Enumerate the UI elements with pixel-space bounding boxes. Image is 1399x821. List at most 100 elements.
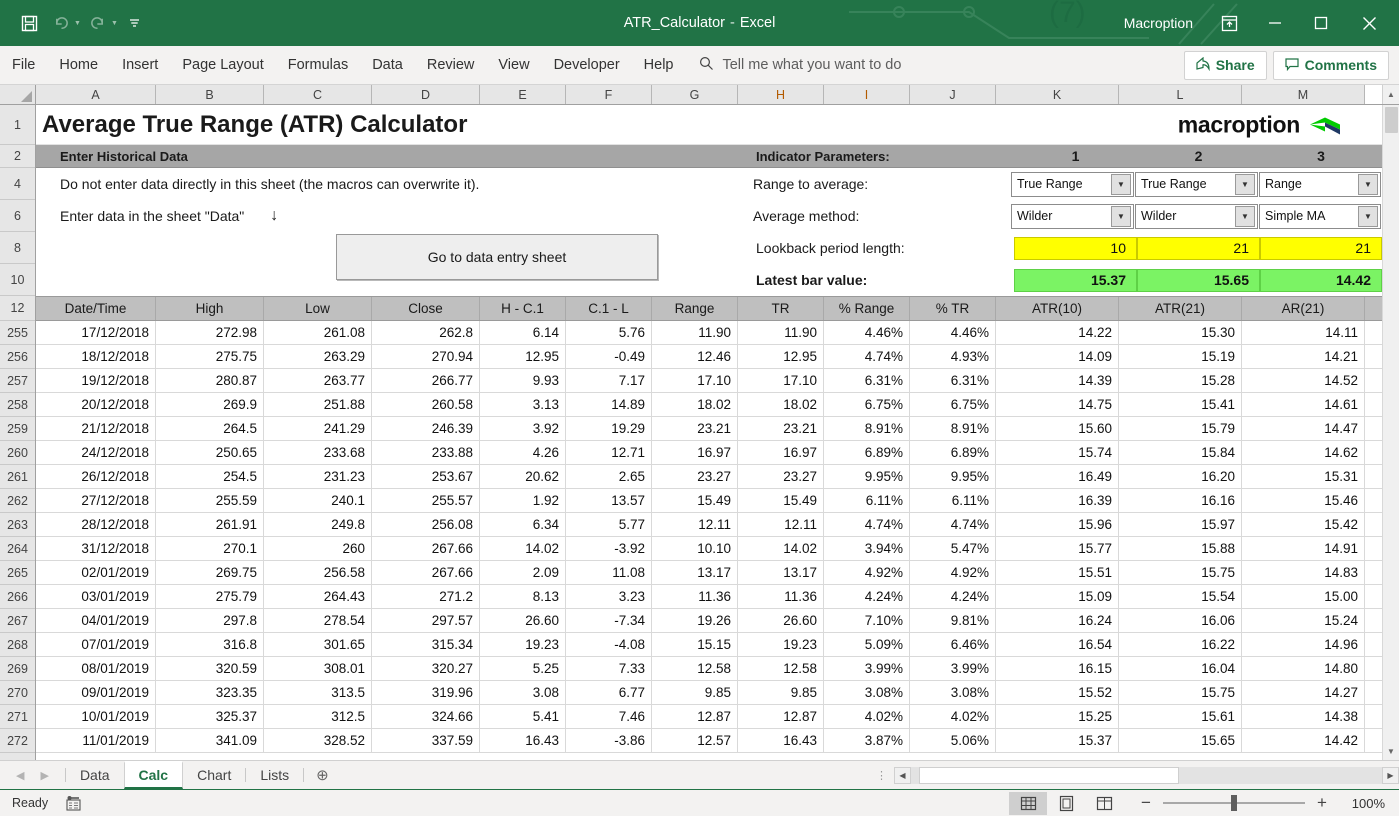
ribbon-display-options-icon[interactable]	[1207, 7, 1251, 39]
table-row[interactable]: 20/12/2018 269.9 251.88 260.58 3.13 14.89 18.0…	[36, 393, 1382, 417]
customize-quick-access-icon[interactable]	[120, 9, 150, 37]
cell-A-255[interactable]: 17/12/2018	[36, 321, 156, 344]
cell-I-259[interactable]: 8.91%	[824, 417, 910, 440]
cell-F-259[interactable]: 19.29	[566, 417, 652, 440]
cell-A-272[interactable]: 11/01/2019	[36, 729, 156, 752]
tab-home[interactable]: Home	[47, 46, 110, 84]
cell-C-257[interactable]: 263.77	[264, 369, 372, 392]
cell-F-257[interactable]: 7.17	[566, 369, 652, 392]
cell-J-262[interactable]: 6.11%	[910, 489, 996, 512]
table-row[interactable]: 26/12/2018 254.5 231.23 253.67 20.62 2.65 23.2…	[36, 465, 1382, 489]
cell-E-262[interactable]: 1.92	[480, 489, 566, 512]
cell-K-267[interactable]: 16.24	[996, 609, 1119, 632]
cell-G-261[interactable]: 23.27	[652, 465, 738, 488]
table-row[interactable]: 02/01/2019 269.75 256.58 267.66 2.09 11.08 13.…	[36, 561, 1382, 585]
cell-L-257[interactable]: 15.28	[1119, 369, 1242, 392]
tab-data[interactable]: Data	[360, 46, 415, 84]
cell-L-263[interactable]: 15.97	[1119, 513, 1242, 536]
table-row[interactable]: 11/01/2019 341.09 328.52 337.59 16.43 -3.86 12…	[36, 729, 1382, 753]
zoom-out-button[interactable]: −	[1139, 793, 1153, 813]
record-macro-icon[interactable]	[48, 795, 81, 811]
row-header-256[interactable]: 256	[0, 345, 35, 369]
cell-G-260[interactable]: 16.97	[652, 441, 738, 464]
cell-J-265[interactable]: 4.92%	[910, 561, 996, 584]
cell-H-256[interactable]: 12.95	[738, 345, 824, 368]
redo-dropdown-icon[interactable]: ▼	[111, 20, 118, 27]
column-header-a[interactable]: A	[36, 85, 156, 104]
cell-H-261[interactable]: 23.27	[738, 465, 824, 488]
column-header-d[interactable]: D	[372, 85, 480, 104]
cell-K-265[interactable]: 15.51	[996, 561, 1119, 584]
column-header-m[interactable]: M	[1242, 85, 1365, 104]
cell-A-259[interactable]: 21/12/2018	[36, 417, 156, 440]
horizontal-scroll-track[interactable]	[911, 766, 1382, 784]
row-header-270[interactable]: 270	[0, 681, 35, 705]
cell-K-266[interactable]: 15.09	[996, 585, 1119, 608]
cell-I-266[interactable]: 4.24%	[824, 585, 910, 608]
row-header-12[interactable]: 12	[0, 296, 35, 321]
cell-F-256[interactable]: -0.49	[566, 345, 652, 368]
cell-E-260[interactable]: 4.26	[480, 441, 566, 464]
cell-M-268[interactable]: 14.96	[1242, 633, 1365, 656]
cell-E-266[interactable]: 8.13	[480, 585, 566, 608]
cell-J-257[interactable]: 6.31%	[910, 369, 996, 392]
chevron-down-icon[interactable]: ▼	[1111, 173, 1131, 195]
cell-A-257[interactable]: 19/12/2018	[36, 369, 156, 392]
cell-B-270[interactable]: 323.35	[156, 681, 264, 704]
cell-A-260[interactable]: 24/12/2018	[36, 441, 156, 464]
cell-M-267[interactable]: 15.24	[1242, 609, 1365, 632]
row-header-265[interactable]: 265	[0, 561, 35, 585]
cell-G-265[interactable]: 13.17	[652, 561, 738, 584]
cell-E-271[interactable]: 5.41	[480, 705, 566, 728]
row-header-264[interactable]: 264	[0, 537, 35, 561]
cell-G-268[interactable]: 15.15	[652, 633, 738, 656]
comments-button[interactable]: Comments	[1272, 50, 1389, 80]
cell-K-262[interactable]: 16.39	[996, 489, 1119, 512]
table-row[interactable]: 31/12/2018 270.1 260 267.66 14.02 -3.92 10.10 1…	[36, 537, 1382, 561]
cell-M-264[interactable]: 14.91	[1242, 537, 1365, 560]
cell-A-271[interactable]: 10/01/2019	[36, 705, 156, 728]
cell-G-259[interactable]: 23.21	[652, 417, 738, 440]
cell-M-266[interactable]: 15.00	[1242, 585, 1365, 608]
cell-K-260[interactable]: 15.74	[996, 441, 1119, 464]
cell-B-267[interactable]: 297.8	[156, 609, 264, 632]
cell-I-268[interactable]: 5.09%	[824, 633, 910, 656]
cell-B-261[interactable]: 254.5	[156, 465, 264, 488]
dropdown-range-to-average-1[interactable]: True Range ▼	[1011, 171, 1134, 197]
page-break-preview-icon[interactable]	[1085, 792, 1123, 815]
cell-I-260[interactable]: 6.89%	[824, 441, 910, 464]
cell-H-265[interactable]: 13.17	[738, 561, 824, 584]
cell-I-270[interactable]: 3.08%	[824, 681, 910, 704]
cell-I-269[interactable]: 3.99%	[824, 657, 910, 680]
cell-J-258[interactable]: 6.75%	[910, 393, 996, 416]
cell-K-261[interactable]: 16.49	[996, 465, 1119, 488]
cell-F-264[interactable]: -3.92	[566, 537, 652, 560]
cell-G-262[interactable]: 15.49	[652, 489, 738, 512]
redo-icon[interactable]	[83, 9, 113, 37]
close-icon[interactable]	[1345, 7, 1393, 39]
undo-icon[interactable]	[46, 9, 76, 37]
table-row[interactable]: 10/01/2019 325.37 312.5 324.66 5.41 7.46 12.87…	[36, 705, 1382, 729]
cell-E-258[interactable]: 3.13	[480, 393, 566, 416]
cell-M-258[interactable]: 14.61	[1242, 393, 1365, 416]
input-lookback-2[interactable]: 21	[1137, 236, 1260, 260]
cell-E-265[interactable]: 2.09	[480, 561, 566, 584]
cell-I-256[interactable]: 4.74%	[824, 345, 910, 368]
vertical-scroll-down-arrow[interactable]: ▼	[1383, 743, 1399, 760]
cell-J-260[interactable]: 6.89%	[910, 441, 996, 464]
cell-F-263[interactable]: 5.77	[566, 513, 652, 536]
table-row[interactable]: 17/12/2018 272.98 261.08 262.8 6.14 5.76 11.90…	[36, 321, 1382, 345]
tab-help[interactable]: Help	[632, 46, 686, 84]
dropdown-average-method-2[interactable]: Wilder ▼	[1135, 203, 1258, 229]
cell-B-271[interactable]: 325.37	[156, 705, 264, 728]
cell-A-269[interactable]: 08/01/2019	[36, 657, 156, 680]
cell-L-272[interactable]: 15.65	[1119, 729, 1242, 752]
cell-C-266[interactable]: 264.43	[264, 585, 372, 608]
cell-J-268[interactable]: 6.46%	[910, 633, 996, 656]
cell-F-265[interactable]: 11.08	[566, 561, 652, 584]
cell-B-263[interactable]: 261.91	[156, 513, 264, 536]
cell-E-255[interactable]: 6.14	[480, 321, 566, 344]
cell-K-272[interactable]: 15.37	[996, 729, 1119, 752]
account-name[interactable]: Macroption	[1112, 15, 1205, 31]
cell-J-270[interactable]: 3.08%	[910, 681, 996, 704]
